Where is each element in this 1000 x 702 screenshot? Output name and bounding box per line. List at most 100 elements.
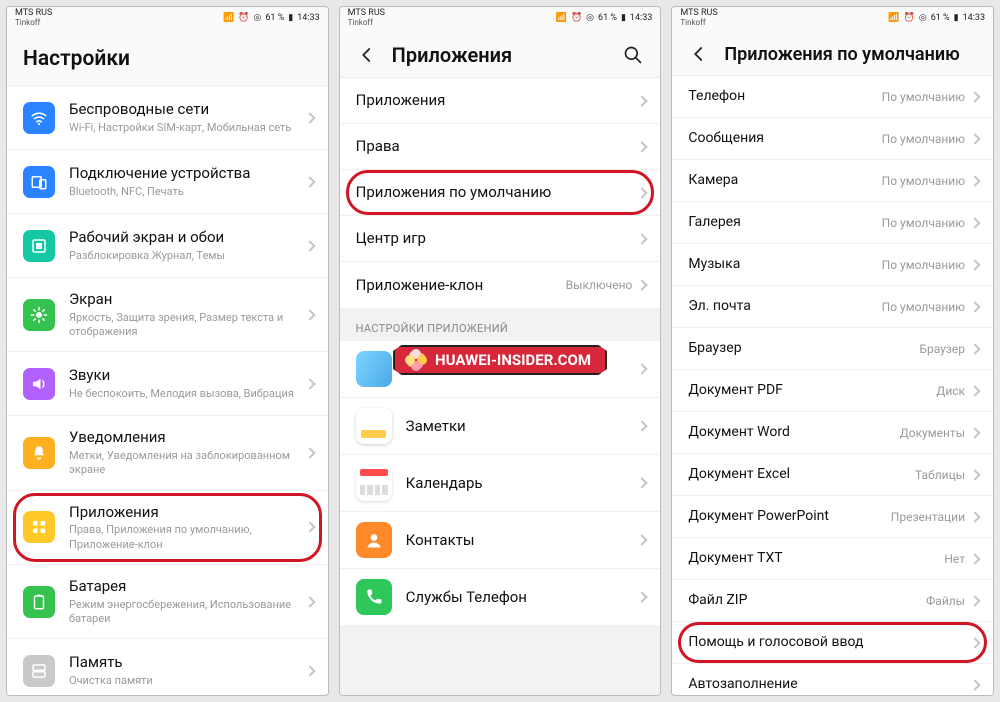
default-app-row[interactable]: Автозаполнение xyxy=(672,664,993,695)
row-value: Нет xyxy=(944,552,965,566)
default-app-row[interactable]: Файл ZIP Файлы xyxy=(672,580,993,622)
back-icon[interactable] xyxy=(688,43,710,65)
settings-row-home[interactable]: Рабочий экран и обои Разблокировка Журна… xyxy=(7,214,328,278)
apps-row[interactable]: Приложения по умолчанию xyxy=(340,170,661,216)
chevron-icon xyxy=(969,301,980,312)
row-label: Рабочий экран и обои xyxy=(69,228,306,247)
settings-row-display[interactable]: Экран Яркость, Защита зрения, Размер тек… xyxy=(7,278,328,352)
chevron-icon xyxy=(304,309,315,320)
chevron-icon xyxy=(637,233,648,244)
row-sub: Режим энергосбережения, Использование ба… xyxy=(69,598,306,627)
row-value: По умолчанию xyxy=(882,300,965,314)
row-sub: Bluetooth, NFC, Печать xyxy=(69,185,306,199)
app-settings-row[interactable]: Контакты xyxy=(340,512,661,569)
default-app-row[interactable]: Документ PowerPoint Презентации xyxy=(672,496,993,538)
default-apps-list[interactable]: Телефон По умолчанию Сообщения По умолча… xyxy=(672,76,993,695)
apps-row[interactable]: Центр игр xyxy=(340,216,661,262)
settings-row-bell[interactable]: Уведомления Метки, Уведомления на заблок… xyxy=(7,416,328,490)
chevron-icon xyxy=(304,596,315,607)
settings-row-device[interactable]: Подключение устройства Bluetooth, NFC, П… xyxy=(7,150,328,214)
default-app-row[interactable]: Камера По умолчанию xyxy=(672,160,993,202)
row-label: Контакты xyxy=(406,531,639,550)
row-value: По умолчанию xyxy=(882,258,965,272)
default-app-row[interactable]: Браузер Браузер xyxy=(672,328,993,370)
row-label: Центр игр xyxy=(356,229,639,248)
sound-icon xyxy=(23,368,55,400)
row-label: Заметки xyxy=(406,417,639,436)
display-icon xyxy=(23,299,55,331)
default-app-row[interactable]: Помощь и голосовой ввод xyxy=(672,622,993,664)
chevron-icon xyxy=(969,133,980,144)
apps-row[interactable]: Приложения xyxy=(340,78,661,124)
row-value: По умолчанию xyxy=(882,90,965,104)
settings-row-wifi[interactable]: Беспроводные сети Wi-Fi, Настройки SIM-к… xyxy=(7,86,328,150)
app-icon-contacts xyxy=(356,522,392,558)
row-sub: Яркость, Защита зрения, Размер текста и … xyxy=(69,311,306,340)
app-icon-notes xyxy=(356,408,392,444)
row-label: Календарь xyxy=(406,474,639,493)
settings-row-storage[interactable]: Память Очистка памяти xyxy=(7,639,328,695)
default-app-row[interactable]: Галерея По умолчанию xyxy=(672,202,993,244)
settings-row-sound[interactable]: Звуки Не беспокоить, Мелодия вызова, Виб… xyxy=(7,352,328,416)
status-time: 14:33 xyxy=(630,13,652,23)
settings-list[interactable]: Беспроводные сети Wi-Fi, Настройки SIM-к… xyxy=(7,86,328,695)
chevron-icon xyxy=(637,141,648,152)
default-app-row[interactable]: Эл. почта По умолчанию xyxy=(672,286,993,328)
row-label: Документ Excel xyxy=(688,466,915,484)
row-label: Документ Word xyxy=(688,424,899,442)
chevron-icon xyxy=(969,259,980,270)
default-app-row[interactable]: Документ PDF Диск xyxy=(672,370,993,412)
settings-row-battery[interactable]: Батарея Режим энергосбережения, Использо… xyxy=(7,565,328,639)
row-label: Службы Телефон xyxy=(406,588,639,607)
signal-icon: 📶 xyxy=(223,13,234,23)
apps-row[interactable]: Права xyxy=(340,124,661,170)
battery-icon xyxy=(23,586,55,618)
battery-text: 61 % xyxy=(598,13,617,23)
row-label: Камера xyxy=(688,172,881,190)
search-icon[interactable] xyxy=(622,44,644,66)
row-label: Приложение-клон xyxy=(356,276,566,295)
default-app-row[interactable]: Документ TXT Нет xyxy=(672,538,993,580)
chevron-icon xyxy=(304,522,315,533)
page-title: Приложения xyxy=(392,43,609,67)
row-sub: Метки, Уведомления на заблокированном эк… xyxy=(69,449,306,478)
chevron-icon xyxy=(304,447,315,458)
chevron-icon xyxy=(304,240,315,251)
app-settings-row[interactable]: Календарь xyxy=(340,455,661,512)
section-header: НАСТРОЙКИ ПРИЛОЖЕНИЙ xyxy=(340,308,661,341)
row-sub: Права, Приложения по умолчанию, Приложен… xyxy=(69,523,306,552)
chevron-icon xyxy=(637,187,648,198)
chevron-icon xyxy=(637,279,648,290)
row-label: Приложения по умолчанию xyxy=(356,183,639,202)
default-app-row[interactable]: Документ Excel Таблицы xyxy=(672,454,993,496)
storage-icon xyxy=(23,655,55,687)
battery-icon: ▮ xyxy=(288,13,293,23)
chevron-icon xyxy=(969,427,980,438)
app-settings-row[interactable]: Службы Телефон xyxy=(340,569,661,625)
chevron-icon xyxy=(304,665,315,676)
app-settings-row[interactable]: Заметки xyxy=(340,398,661,455)
home-icon xyxy=(23,230,55,262)
default-app-row[interactable]: Музыка По умолчанию xyxy=(672,244,993,286)
status-time: 14:33 xyxy=(963,13,985,23)
chevron-icon xyxy=(969,679,980,690)
chevron-icon xyxy=(304,112,315,123)
default-app-row[interactable]: Документ Word Документы xyxy=(672,412,993,454)
row-value: Таблицы xyxy=(915,468,965,482)
default-app-row[interactable]: Телефон По умолчанию xyxy=(672,76,993,118)
apps-row[interactable]: Приложение-клон Выключено xyxy=(340,262,661,308)
status-carrier1: MTS RUS xyxy=(15,9,52,18)
settings-row-apps[interactable]: Приложения Права, Приложения по умолчани… xyxy=(7,491,328,565)
back-icon[interactable] xyxy=(356,44,378,66)
row-label: Браузер xyxy=(688,340,919,358)
status-carrier2: Tinkoff xyxy=(15,19,52,27)
status-carrier2: Tinkoff xyxy=(348,19,385,27)
alarm-icon: ⏰ xyxy=(904,13,915,23)
bell-icon xyxy=(23,437,55,469)
status-carrier2: Tinkoff xyxy=(680,19,717,27)
apps-body[interactable]: Приложения Права Приложения по умолчанию… xyxy=(340,78,661,695)
row-sub: Wi-Fi, Настройки SIM-карт, Мобильная сет… xyxy=(69,121,306,135)
chevron-icon xyxy=(637,420,648,431)
default-app-row[interactable]: Сообщения По умолчанию xyxy=(672,118,993,160)
row-value: Браузер xyxy=(919,342,965,356)
